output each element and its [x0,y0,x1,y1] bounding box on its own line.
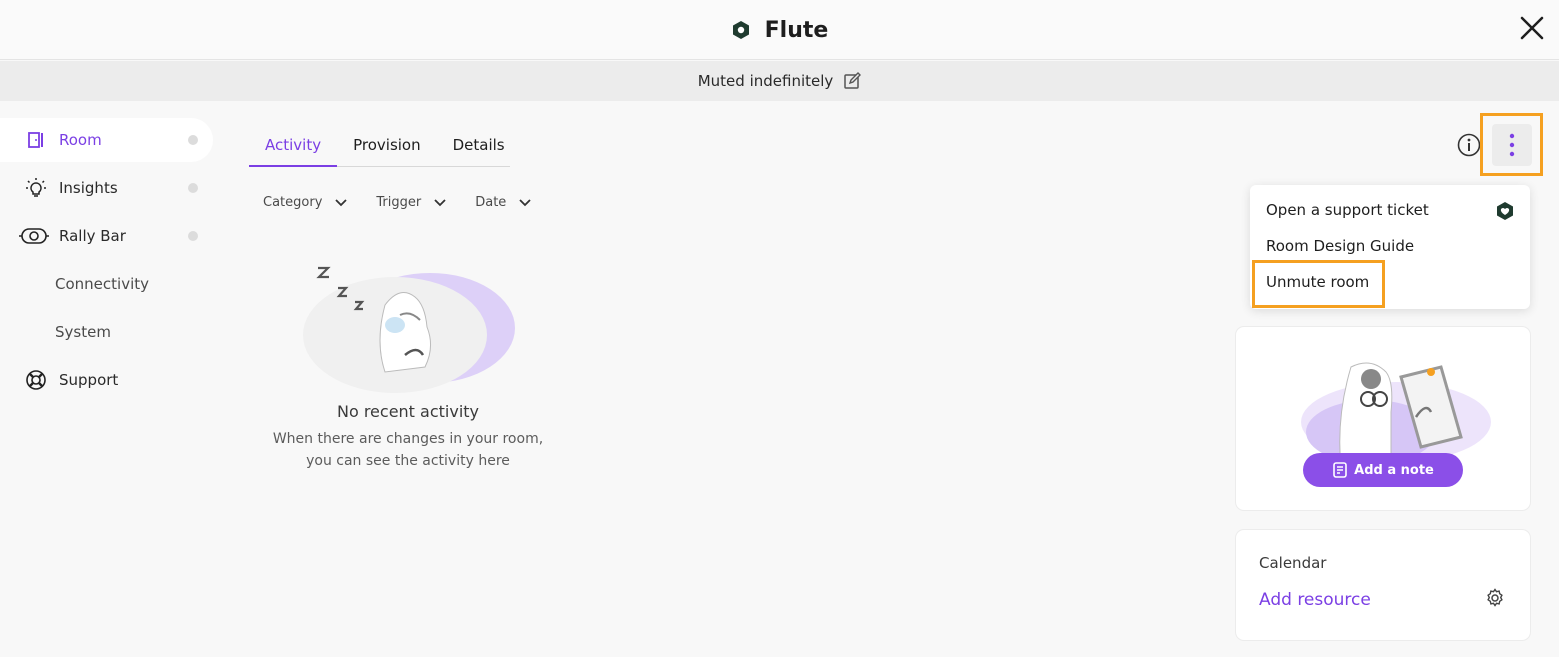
sidebar-item-connectivity[interactable]: Connectivity [0,262,215,306]
room-logo-icon [732,21,749,39]
sidebar: Room Insights Rally Bar Connectivity Sys… [0,118,215,406]
empty-state-title: No recent activity [336,402,480,421]
tab-provision[interactable]: Provision [337,128,437,166]
sleeping-llama-illustration [303,266,515,393]
tab-bar: Activity Provision Details [249,128,510,167]
chevron-down-icon [519,198,531,206]
close-icon[interactable] [1517,13,1547,43]
add-resource-link[interactable]: Add resource [1259,590,1371,610]
chevron-down-icon [335,198,348,206]
sidebar-item-insights[interactable]: Insights [0,166,215,210]
edit-icon[interactable] [843,72,862,90]
empty-state-description: When there are changes in your room, you… [258,428,558,472]
category-filter[interactable]: Category [263,195,348,210]
sidebar-item-label: Room [59,131,102,149]
menu-item-unmute-room[interactable]: Unmute room [1266,273,1369,291]
add-note-button[interactable]: Add a note [1303,453,1463,487]
lightbulb-icon [24,176,48,200]
info-icon[interactable] [1457,133,1481,157]
empty-state-line: you can see the activity here [306,453,510,469]
support-logo-icon [1497,202,1513,220]
status-dot [188,183,198,193]
note-illustration [1301,362,1491,467]
status-dot [188,231,198,241]
sidebar-item-label: Insights [59,179,118,197]
header: Flute [0,0,1559,60]
empty-state-line: When there are changes in your room, [272,431,544,447]
calendar-title: Calendar [1259,554,1327,572]
tab-activity[interactable]: Activity [249,128,338,167]
lifebuoy-icon [24,368,48,392]
sidebar-item-rally-bar[interactable]: Rally Bar [0,214,215,258]
gear-icon[interactable] [1485,588,1505,608]
camera-icon [18,224,50,248]
status-dot [188,135,198,145]
sidebar-item-label: Rally Bar [59,227,126,245]
menu-item-open-support-ticket[interactable]: Open a support ticket [1266,201,1429,219]
chevron-down-icon [434,198,446,206]
tab-details[interactable]: Details [437,128,521,166]
date-filter[interactable]: Date [475,195,532,210]
add-note-label: Add a note [1354,462,1434,478]
menu-item-room-design-guide[interactable]: Room Design Guide [1266,237,1414,255]
more-options-button[interactable] [1480,113,1543,176]
sidebar-item-label: System [55,323,111,341]
trigger-filter[interactable]: Trigger [376,195,447,210]
calendar-card: Calendar Add resource [1236,530,1530,640]
sidebar-item-label: Connectivity [55,275,149,293]
sidebar-item-room[interactable]: Room [0,118,213,162]
filter-label: Date [475,195,507,210]
activity-filters: Category Trigger Date [263,195,532,210]
room-icon [24,128,48,152]
note-card: Add a note [1236,327,1530,510]
note-icon [1333,462,1347,478]
sidebar-item-system[interactable]: System [0,310,215,354]
filter-label: Category [263,195,323,210]
page-title: Flute [764,17,829,43]
more-options-menu: Open a support ticket Room Design Guide … [1250,185,1530,309]
sidebar-item-label: Support [59,371,119,389]
mute-status-bar: Muted indefinitely [0,61,1559,101]
mute-status-text: Muted indefinitely [697,72,834,90]
filter-label: Trigger [376,195,422,210]
more-vertical-icon [1491,123,1532,166]
sidebar-item-support[interactable]: Support [0,358,215,402]
